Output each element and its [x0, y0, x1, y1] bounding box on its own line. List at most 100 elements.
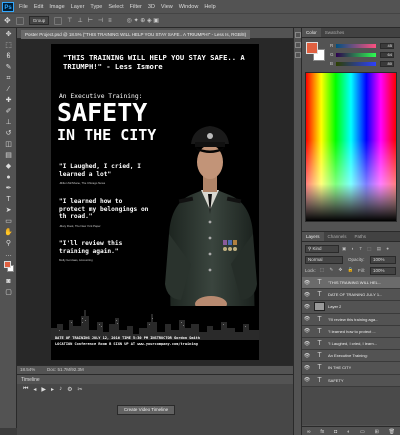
- poster-canvas[interactable]: "THIS TRAINING WILL HELP YOU STAY SAFE..…: [51, 44, 259, 360]
- menu-3d[interactable]: 3D: [148, 4, 155, 10]
- split-icon[interactable]: ✂: [77, 386, 82, 393]
- move-tool-icon[interactable]: ✥: [4, 16, 11, 25]
- align-right-icon[interactable]: ⊣: [98, 17, 103, 24]
- fx-icon[interactable]: fx: [320, 429, 324, 435]
- layer-name[interactable]: "THIS TRAINING WILL HEL...: [328, 280, 381, 285]
- menu-select[interactable]: Select: [108, 4, 123, 10]
- link-icon[interactable]: ∞: [307, 429, 311, 435]
- new-layer-icon[interactable]: ⊞: [375, 429, 379, 435]
- eye-icon[interactable]: 👁: [303, 328, 311, 334]
- timeline-title[interactable]: Timeline: [21, 377, 40, 383]
- adjustments-panel-icon[interactable]: [295, 52, 301, 58]
- layer-row[interactable]: 👁 Layer 2: [302, 301, 400, 314]
- layer-filter-dropdown[interactable]: ⚲ Kind: [305, 245, 339, 253]
- foreground-color-swatch[interactable]: [306, 42, 318, 54]
- eye-icon[interactable]: 👁: [303, 353, 311, 359]
- align-middle-icon[interactable]: ⊥: [77, 17, 82, 24]
- layer-row[interactable]: 👁 T IN THE CITY: [302, 362, 400, 375]
- menu-file[interactable]: File: [19, 4, 28, 10]
- audio-icon[interactable]: ♪: [59, 386, 62, 393]
- eye-icon[interactable]: 👁: [303, 365, 311, 371]
- menu-window[interactable]: Window: [179, 4, 199, 10]
- transform-controls-checkbox[interactable]: [54, 16, 63, 25]
- next-frame-icon[interactable]: ▸: [51, 386, 54, 393]
- layer-row[interactable]: 👁 T "I'll review this training aga...: [302, 313, 400, 326]
- create-video-timeline-button[interactable]: Create Video Timeline: [117, 405, 175, 415]
- layer-row[interactable]: 👁 T DATE OF TRAINING JULY 1...: [302, 289, 400, 302]
- tab-paths[interactable]: Paths: [351, 232, 371, 241]
- layer-name[interactable]: SAFETY: [328, 378, 344, 383]
- eye-icon[interactable]: 👁: [303, 280, 311, 286]
- slider-b-track[interactable]: [336, 62, 376, 66]
- menu-layer[interactable]: Layer: [71, 4, 85, 10]
- document-tab[interactable]: Poster Project.psd @ 18.5% ("THIS TRAINI…: [21, 30, 251, 39]
- settings-icon[interactable]: ⚙: [67, 386, 72, 393]
- pen-tool-icon[interactable]: ✒: [4, 184, 13, 193]
- layer-name[interactable]: IN THE CITY: [328, 365, 351, 370]
- brush-tool-icon[interactable]: ✐: [4, 107, 13, 116]
- foreground-background-swatch[interactable]: [4, 261, 14, 275]
- mask-icon[interactable]: ◘: [334, 429, 337, 435]
- color-spectrum[interactable]: [305, 72, 397, 222]
- tab-swatches[interactable]: Swatches: [321, 28, 349, 37]
- opacity-input[interactable]: 100%: [370, 256, 396, 264]
- shape-tool-icon[interactable]: ▭: [4, 217, 13, 226]
- quick-mask-icon[interactable]: ◙: [4, 277, 13, 286]
- zoom-level[interactable]: 18.54%: [20, 366, 35, 374]
- slider-b[interactable]: B 80: [330, 61, 398, 68]
- adjustment-icon[interactable]: ◐: [347, 429, 350, 435]
- marquee-tool-icon[interactable]: ⬚: [4, 41, 13, 50]
- blur-tool-icon[interactable]: ◆: [4, 162, 13, 171]
- tab-layers[interactable]: Layers: [302, 232, 324, 241]
- properties-panel-icon[interactable]: [295, 42, 301, 48]
- menu-image[interactable]: Image: [49, 4, 64, 10]
- play-icon[interactable]: ▶: [41, 386, 46, 393]
- slider-g-value[interactable]: 64: [380, 52, 394, 58]
- first-frame-icon[interactable]: ⏮: [23, 386, 28, 393]
- zoom-tool-icon[interactable]: ⚲: [4, 239, 13, 248]
- layer-row[interactable]: 👁 T SAFETY: [302, 374, 400, 387]
- eye-icon[interactable]: 👁: [303, 341, 311, 347]
- distribute-icon[interactable]: ≡: [108, 18, 112, 24]
- layer-row[interactable]: 👁 T "THIS TRAINING WILL HEL...: [302, 277, 400, 290]
- prev-frame-icon[interactable]: ◂: [33, 386, 36, 393]
- fill-input[interactable]: 100%: [370, 267, 396, 275]
- type-tool-icon[interactable]: T: [4, 195, 13, 204]
- layer-name[interactable]: "I Laughed, I cried, I learn...: [328, 341, 377, 346]
- history-brush-tool-icon[interactable]: ↺: [4, 129, 13, 138]
- dodge-tool-icon[interactable]: ●: [4, 173, 13, 182]
- lasso-tool-icon[interactable]: ϐ: [4, 52, 13, 61]
- clone-stamp-tool-icon[interactable]: ⊥: [4, 118, 13, 127]
- menu-view[interactable]: View: [161, 4, 173, 10]
- slider-g-track[interactable]: [336, 53, 376, 57]
- menu-filter[interactable]: Filter: [130, 4, 142, 10]
- layer-row[interactable]: 👁 T An Executive Training:: [302, 350, 400, 363]
- menu-type[interactable]: Type: [90, 4, 102, 10]
- tool-fg-swatch[interactable]: [4, 261, 11, 268]
- slider-b-value[interactable]: 80: [380, 61, 394, 67]
- eye-icon[interactable]: 👁: [303, 316, 311, 322]
- folder-icon[interactable]: ▭: [360, 429, 365, 435]
- layer-name[interactable]: "I'll review this training aga...: [328, 317, 378, 322]
- eye-icon[interactable]: 👁: [303, 304, 311, 310]
- quick-select-tool-icon[interactable]: ✎: [4, 63, 13, 72]
- align-left-icon[interactable]: ⊢: [88, 17, 93, 24]
- layer-name[interactable]: DATE OF TRAINING JULY 1...: [328, 292, 382, 297]
- filter-type-icons[interactable]: ▣ ◐ T ⬚ ▤ ●: [342, 246, 391, 252]
- path-select-tool-icon[interactable]: ➤: [4, 206, 13, 215]
- move-tool-icon[interactable]: ✥: [4, 30, 13, 39]
- layer-name[interactable]: Layer 2: [328, 304, 341, 309]
- gradient-tool-icon[interactable]: ▤: [4, 151, 13, 160]
- layer-name[interactable]: An Executive Training:: [328, 353, 368, 358]
- tab-color[interactable]: Color: [302, 28, 321, 37]
- eye-icon[interactable]: 👁: [303, 292, 311, 298]
- tab-channels[interactable]: Channels: [324, 232, 351, 241]
- slider-r[interactable]: R 45: [330, 43, 398, 50]
- eye-icon[interactable]: 👁: [303, 377, 311, 383]
- slider-g[interactable]: G 64: [330, 52, 398, 59]
- slider-r-track[interactable]: [336, 44, 376, 48]
- layer-row[interactable]: 👁 T "I learned how to protect ...: [302, 325, 400, 338]
- 3d-mode-icon[interactable]: ◎ ✦ ⊕ ◈ ▣: [127, 17, 159, 24]
- align-top-icon[interactable]: ⊤: [67, 17, 72, 24]
- eyedropper-tool-icon[interactable]: ⁄: [4, 85, 13, 94]
